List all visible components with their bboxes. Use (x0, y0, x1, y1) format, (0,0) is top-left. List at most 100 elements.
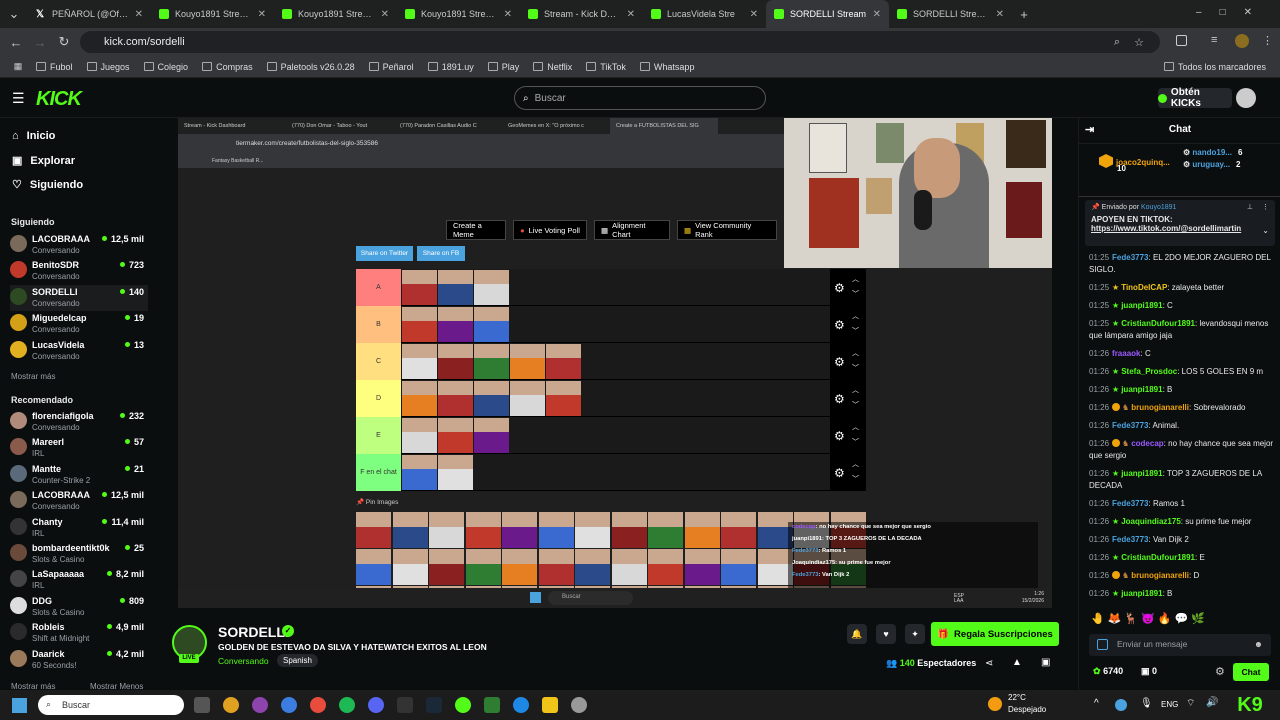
bookmark-item[interactable]: Colegio (143, 62, 188, 72)
share-icon[interactable]: ⋖ (985, 658, 993, 669)
channel-item[interactable]: Robleis Shift at Midnight 4,9 mil (10, 620, 148, 646)
channel-item[interactable]: LucasVidela Conversando 13 (10, 338, 148, 364)
bookmark-item[interactable]: Netflix (533, 62, 572, 72)
chat-username[interactable]: CristianDufour1891 (1121, 553, 1195, 562)
theater-mode-icon[interactable]: ▣ (1041, 657, 1050, 668)
channel-item[interactable]: bombardeentikt0k Slots & Casino 25 (10, 541, 148, 567)
windows-start-icon[interactable] (12, 698, 27, 713)
discord-icon[interactable] (368, 697, 384, 713)
search-input[interactable]: ⌕ Buscar (514, 86, 766, 110)
chat-username[interactable]: brunogianarelli (1131, 403, 1189, 412)
close-tab-icon[interactable]: ✕ (135, 9, 143, 20)
browser-tab[interactable]: SORDELLI Stream ✕ (766, 0, 889, 28)
send-chat-button[interactable]: Chat (1233, 663, 1269, 681)
steam-icon[interactable] (426, 697, 442, 713)
language-indicator[interactable]: ENG (1161, 700, 1178, 709)
chat-username[interactable]: juanpi1891 (1121, 469, 1162, 478)
close-tab-icon[interactable]: ✕ (873, 9, 881, 20)
wifi-icon[interactable]: ⌔ (1186, 697, 1195, 710)
chat-username[interactable]: Fede3773 (1112, 421, 1148, 430)
xbox-icon[interactable] (455, 697, 471, 713)
all-bookmarks[interactable]: Todos los marcadores (1163, 62, 1266, 72)
weather-widget[interactable]: 22°C Despejado (1008, 692, 1046, 716)
chrome-profile-icon[interactable] (252, 697, 268, 713)
browser-tab[interactable]: Kouyo1891 Stream - ✕ (274, 0, 397, 28)
tab-search-icon[interactable]: ⌄ (0, 6, 28, 22)
epic-games-icon[interactable] (397, 697, 413, 713)
channel-item[interactable]: LACOBRAAA Conversando 12,5 mil (10, 488, 148, 514)
taskbar-search[interactable]: ⌕ Buscar (38, 695, 184, 715)
secondary-points[interactable]: ▣ 0 (1141, 666, 1157, 677)
hamburger-icon[interactable]: ☰ (12, 90, 25, 107)
bookmark-item[interactable]: Juegos (86, 62, 130, 72)
browser-tab[interactable]: 𝕏 PEÑAROL (@OficialCAP ✕ (28, 0, 151, 28)
chat-username[interactable]: CristianDufour1891 (1121, 319, 1195, 328)
channel-item[interactable]: Mareerl IRL 57 (10, 435, 148, 461)
top-gifter[interactable]: ⚙ nando19... 6 (1183, 148, 1242, 157)
obs-icon[interactable] (571, 697, 587, 713)
gift-subs-button[interactable]: 🎁 Regala Suscripciones (931, 622, 1059, 646)
channel-item[interactable]: Daarick 60 Seconds! 4,2 mil (10, 647, 148, 673)
bookmark-item[interactable]: 1891.uy (427, 62, 474, 72)
channel-item[interactable]: SORDELLI Conversando 140 (10, 284, 148, 311)
follow-heart-icon[interactable]: ♥ (876, 624, 896, 644)
channel-item[interactable]: Mantte Counter-Strike 2 21 (10, 462, 148, 488)
unpin-icon[interactable]: ⊥ (1247, 203, 1253, 211)
browser-tab[interactable]: Stream - Kick Dashbo ✕ (520, 0, 643, 28)
bookmark-item[interactable]: Peñarol (368, 62, 414, 72)
close-tab-icon[interactable]: ✕ (504, 9, 512, 20)
apps-icon[interactable]: ▦ (0, 61, 36, 72)
browser-tab[interactable]: LucasVidela Stre ✕ (643, 0, 766, 28)
user-avatar[interactable] (1236, 88, 1256, 108)
notifications-bell-icon[interactable]: 🔔 (847, 624, 867, 644)
chat-username[interactable]: juanpi1891 (1121, 301, 1162, 310)
forward-icon[interactable]: → (28, 35, 52, 50)
chat-username[interactable]: Joaquindiaz175 (1121, 517, 1181, 526)
address-bar[interactable]: kick.com/sordelli ⌕ ☆ (80, 31, 1160, 53)
bookmark-item[interactable]: Whatsapp (639, 62, 694, 72)
emoji-icon[interactable]: ☻ (1254, 639, 1263, 649)
tray-app-icon[interactable] (1115, 699, 1127, 711)
channel-item[interactable]: LACOBRAAA Conversando 12,5 mil (10, 232, 148, 258)
spotify-icon[interactable] (339, 697, 355, 713)
chat-username[interactable]: juanpi1891 (1121, 385, 1162, 394)
video-player[interactable]: Stream - Kick Dashboard (770) Don Omar - … (178, 118, 1052, 608)
chrome-icon[interactable] (223, 697, 239, 713)
bookmark-star-icon[interactable]: ☆ (1134, 36, 1144, 49)
close-tab-icon[interactable]: ✕ (750, 9, 758, 20)
chat-username[interactable]: codecap (1131, 439, 1163, 448)
media-control-icon[interactable]: ≡ (1211, 34, 1217, 46)
streamer-name[interactable]: SORDELLI (218, 624, 289, 640)
chat-username[interactable]: Fede3773 (1112, 253, 1148, 262)
back-icon[interactable]: ← (4, 35, 28, 50)
app-icon[interactable] (513, 697, 529, 713)
chat-username[interactable]: brunogianarelli (1131, 571, 1189, 580)
task-view-icon[interactable] (194, 697, 210, 713)
chat-username[interactable]: juanpi1891 (1121, 589, 1162, 598)
chat-settings-icon[interactable]: ⚙ (1215, 665, 1225, 678)
profile-icon[interactable] (1235, 34, 1249, 48)
collapse-chat-icon[interactable]: ⇥ (1085, 118, 1094, 142)
chrome-profile-3-icon[interactable] (310, 697, 326, 713)
pinned-link[interactable]: https://www.tiktok.com/@sordellimartin (1091, 224, 1269, 233)
chat-username[interactable]: TinoDelCAP (1121, 283, 1167, 292)
bookmark-item[interactable]: Fubol (36, 62, 73, 72)
close-tab-icon[interactable]: ✕ (258, 9, 266, 20)
bookmark-item[interactable]: TikTok (586, 62, 626, 72)
stream-category[interactable]: Conversando (218, 656, 269, 666)
kick-points[interactable]: ✿ 6740 (1093, 666, 1123, 677)
sparkle-icon[interactable]: ✦ (905, 624, 925, 644)
top-gifter[interactable]: ⚙ uruguay... 2 (1183, 160, 1241, 169)
close-tab-icon[interactable]: ✕ (627, 9, 635, 20)
chat-username[interactable]: Fede3773 (1112, 535, 1148, 544)
chat-input[interactable]: Enviar un mensaje ☻ (1089, 634, 1271, 656)
volume-icon[interactable]: 🔊 (1206, 697, 1218, 708)
report-icon[interactable]: ▲ (1012, 657, 1022, 668)
browser-tab[interactable]: SORDELLI Stream - K ✕ (889, 0, 1012, 28)
channel-item[interactable]: Miguedelcap Conversando 19 (10, 311, 148, 337)
chat-username[interactable]: Stefa_Prosdoc (1121, 367, 1177, 376)
pinned-menu-icon[interactable]: ⋮ (1262, 203, 1269, 211)
expand-pinned-icon[interactable]: ⌄ (1262, 226, 1269, 235)
new-tab-icon[interactable]: + (1012, 7, 1036, 22)
bookmark-item[interactable]: Compras (202, 62, 253, 72)
